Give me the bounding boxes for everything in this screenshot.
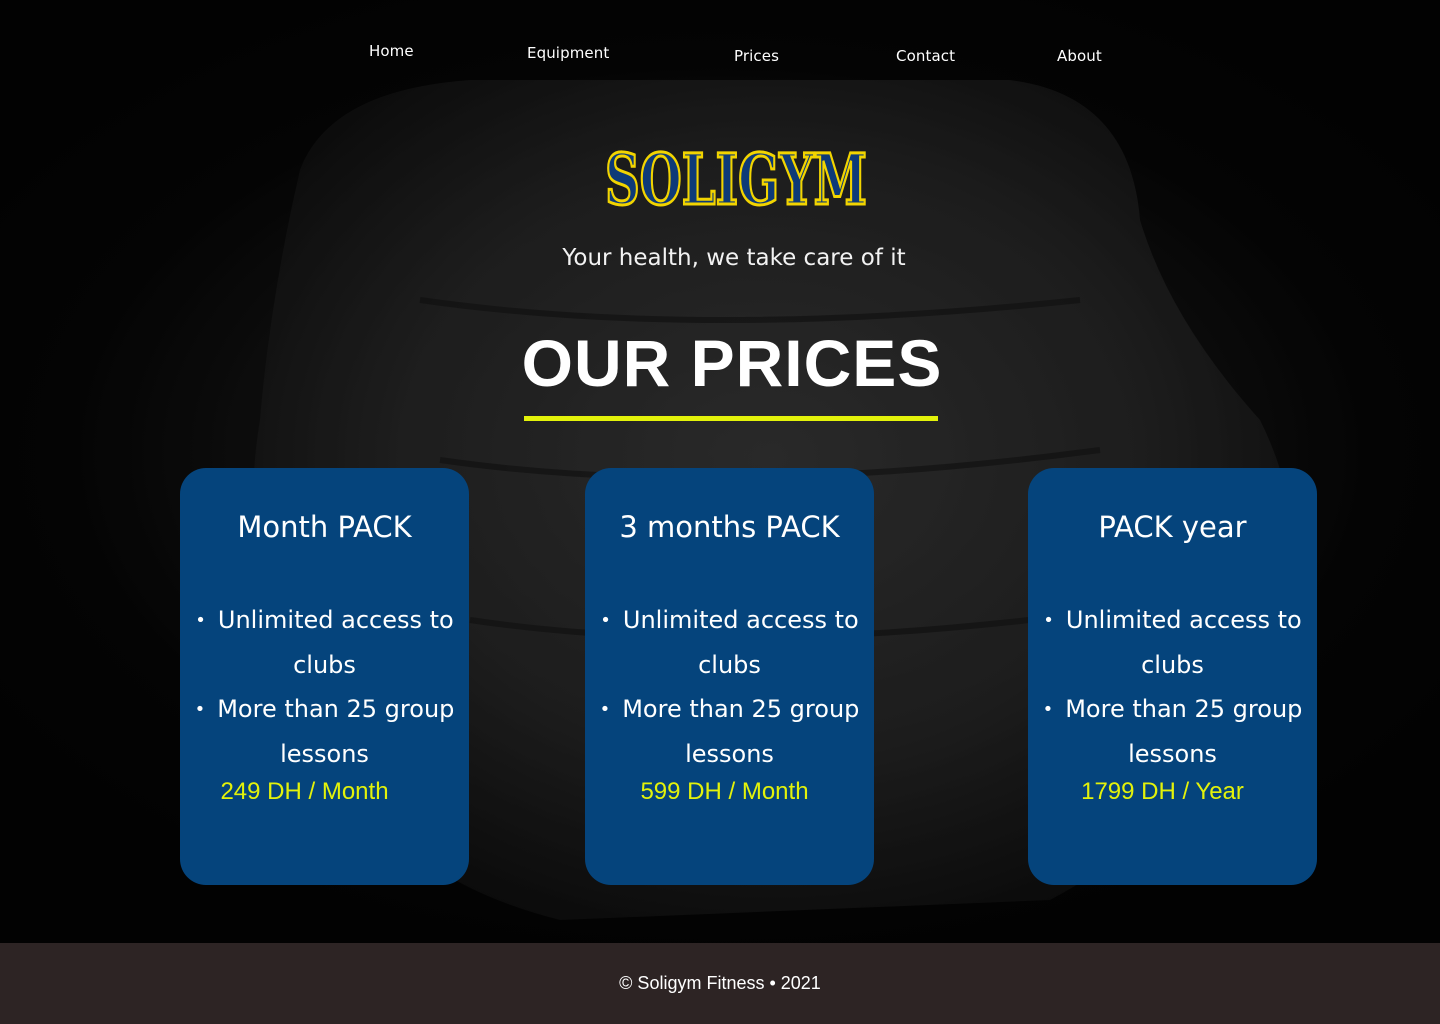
- feature-list: Unlimited access to clubs More than 25 g…: [180, 598, 469, 776]
- feature-item: Unlimited access to clubs: [585, 598, 874, 687]
- feature-item: More than 25 group lessons: [180, 687, 469, 776]
- nav-home-link[interactable]: Home: [369, 42, 414, 60]
- tagline: Your health, we take care of it: [562, 245, 906, 271]
- logo-text: SOLIGYM: [605, 146, 867, 212]
- card-title: Month PACK: [237, 510, 412, 544]
- title-underline: [524, 416, 938, 421]
- card-title: 3 months PACK: [619, 510, 840, 544]
- card-price: 249 DH / Month: [220, 778, 389, 805]
- footer: © Soligym Fitness • 2021: [0, 943, 1440, 1024]
- feature-list: Unlimited access to clubs More than 25 g…: [1028, 598, 1317, 776]
- nav-equipment-link[interactable]: Equipment: [527, 44, 609, 62]
- nav-contact-link[interactable]: Contact: [896, 47, 955, 65]
- nav-about-link[interactable]: About: [1057, 47, 1102, 65]
- feature-item: Unlimited access to clubs: [180, 598, 469, 687]
- feature-list: Unlimited access to clubs More than 25 g…: [585, 598, 874, 776]
- nav-prices-link[interactable]: Prices: [734, 47, 779, 65]
- feature-item: Unlimited access to clubs: [1028, 598, 1317, 687]
- feature-item: More than 25 group lessons: [585, 687, 874, 776]
- feature-item: More than 25 group lessons: [1028, 687, 1317, 776]
- card-price: 599 DH / Month: [640, 778, 809, 805]
- price-card-3-months: 3 months PACK Unlimited access to clubs …: [585, 468, 874, 885]
- page-title: OUR PRICES: [521, 326, 943, 400]
- soligym-logo: SOLIGYM: [602, 137, 870, 223]
- main-nav: Home Equipment Prices Contact About: [0, 0, 1440, 90]
- card-price: 1799 DH / Year: [1081, 778, 1244, 805]
- price-card-year: PACK year Unlimited access to clubs More…: [1028, 468, 1317, 885]
- footer-copyright: © Soligym Fitness • 2021: [619, 973, 821, 993]
- card-title: PACK year: [1098, 510, 1247, 544]
- price-card-month: Month PACK Unlimited access to clubs Mor…: [180, 468, 469, 885]
